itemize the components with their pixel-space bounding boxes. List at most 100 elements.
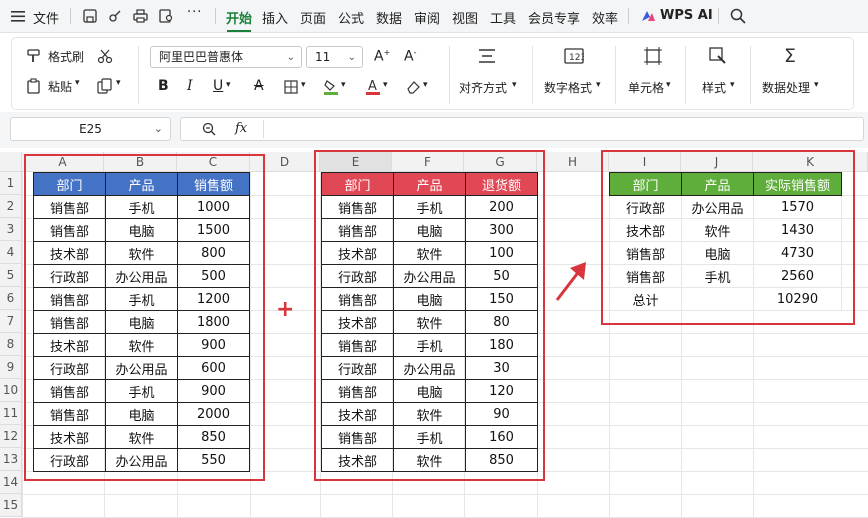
cell-reference: E25 [79,122,102,136]
cut-icon[interactable] [97,48,113,64]
name-box[interactable]: E25 ⌄ [10,117,171,141]
align-button[interactable]: 对齐方式 [459,79,507,96]
sigma-icon: Σ [783,45,796,67]
chevron-down-icon[interactable]: ▾ [341,80,346,90]
paste-icon [26,78,42,94]
data-processing-button[interactable]: 数据处理 [762,79,810,96]
wps-ai-button[interactable]: WPS AI [660,8,713,23]
chevron-down-icon: ⌄ [286,52,295,63]
formula-bar: E25 ⌄ fx [0,112,868,148]
paste-button[interactable]: 粘贴 [48,78,72,95]
row-header[interactable]: 2 [0,195,22,218]
tab-review[interactable]: 审阅 [414,8,440,27]
chevron-down-icon[interactable]: ▾ [75,78,80,88]
row-header[interactable]: 14 [0,471,22,494]
italic-button[interactable]: I [187,78,193,94]
row-header[interactable]: 8 [0,333,22,356]
arrow-icon [552,258,592,303]
tab-efficiency[interactable]: 效率 [592,8,618,27]
font-size-select[interactable]: 11 ⌄ [306,46,363,68]
font-color-icon[interactable]: A [365,78,381,96]
gridline [22,172,23,518]
more-icon[interactable]: ··· [187,5,202,20]
row-header[interactable]: 1 [0,172,22,195]
chevron-down-icon[interactable]: ▾ [226,80,231,90]
row-header[interactable]: 13 [0,448,22,471]
formula-input[interactable]: fx [180,117,864,141]
file-menu[interactable]: 文件 [33,8,59,27]
chevron-down-icon[interactable]: ▾ [116,78,121,88]
save-icon[interactable] [82,8,98,24]
row-header[interactable]: 3 [0,218,22,241]
tab-page[interactable]: 页面 [300,8,326,27]
style-button[interactable]: 样式 [702,79,726,96]
bold-button[interactable]: B [158,78,169,94]
active-tab-indicator [227,30,251,32]
number-format-icon: 123 [564,46,584,66]
fill-color-icon[interactable] [323,78,339,96]
row-header[interactable]: 7 [0,310,22,333]
style-icon [708,46,728,66]
clear-format-icon[interactable] [405,79,421,95]
row-header[interactable]: 15 [0,494,22,517]
row-header[interactable]: 10 [0,379,22,402]
print-preview-icon[interactable] [158,8,174,24]
chevron-down-icon[interactable]: ▾ [383,80,388,90]
row-header[interactable]: 9 [0,356,22,379]
divider [628,8,629,24]
column-header-h[interactable]: H [537,152,609,172]
increase-font-icon[interactable]: A+ [374,48,390,65]
tab-data[interactable]: 数据 [376,8,402,27]
border-icon[interactable] [283,79,299,95]
chevron-down-icon[interactable]: ▾ [596,80,601,90]
strikethrough-icon[interactable]: A [254,78,264,94]
divider [215,8,216,24]
tab-formula[interactable]: 公式 [338,8,364,27]
align-icon [477,46,497,66]
format-painter-button[interactable]: 格式刷 [48,48,84,65]
tab-tools[interactable]: 工具 [490,8,516,27]
number-format-button[interactable]: 数字格式 [544,79,592,96]
decrease-font-icon[interactable]: A- [404,48,416,65]
select-all-corner[interactable] [0,152,22,172]
font-name-value: 阿里巴巴普惠体 [159,50,244,64]
print-icon[interactable] [132,8,148,24]
row-header[interactable]: 12 [0,425,22,448]
row-header[interactable]: 4 [0,241,22,264]
highlight-box-result [601,150,855,325]
divider [615,46,616,104]
divider [685,46,686,104]
zoom-icon[interactable] [201,121,217,137]
wps-ai-logo-icon [640,9,656,23]
font-name-select[interactable]: 阿里巴巴普惠体 ⌄ [150,46,302,68]
function-icon[interactable]: fx [235,121,247,136]
chevron-down-icon[interactable]: ▾ [666,80,671,90]
chevron-down-icon[interactable]: ▾ [512,80,517,90]
share-icon[interactable] [107,8,123,24]
search-icon[interactable] [729,7,747,25]
row-header[interactable]: 11 [0,402,22,425]
hamburger-menu-icon[interactable] [10,9,26,23]
format-painter-icon [26,48,42,64]
divider [138,46,139,104]
chevron-down-icon: ⌄ [347,52,356,63]
highlight-box-table1 [24,154,265,481]
plus-sign: + [276,297,295,322]
chevron-down-icon[interactable]: ▾ [730,80,735,90]
tab-view[interactable]: 视图 [452,8,478,27]
chevron-down-icon[interactable]: ▾ [814,80,819,90]
divider [718,8,719,24]
spreadsheet-grid[interactable]: ABCDEFGHIJK 1 2 3 4 5 6 7 8 9 10 11 12 13 14 15 部门 产品 销售… [0,148,868,518]
highlight-box-table2 [314,150,545,481]
chevron-down-icon[interactable]: ▾ [423,80,428,90]
copy-icon[interactable] [97,78,113,94]
tab-home[interactable]: 开始 [226,8,252,27]
cell-button[interactable]: 单元格 [628,79,664,96]
row-header[interactable]: 5 [0,264,22,287]
tab-member[interactable]: 会员专享 [528,8,580,27]
underline-button[interactable]: U [213,78,223,94]
divider [750,46,751,104]
row-header[interactable]: 6 [0,287,22,310]
chevron-down-icon[interactable]: ▾ [301,80,306,90]
tab-insert[interactable]: 插入 [262,8,288,27]
